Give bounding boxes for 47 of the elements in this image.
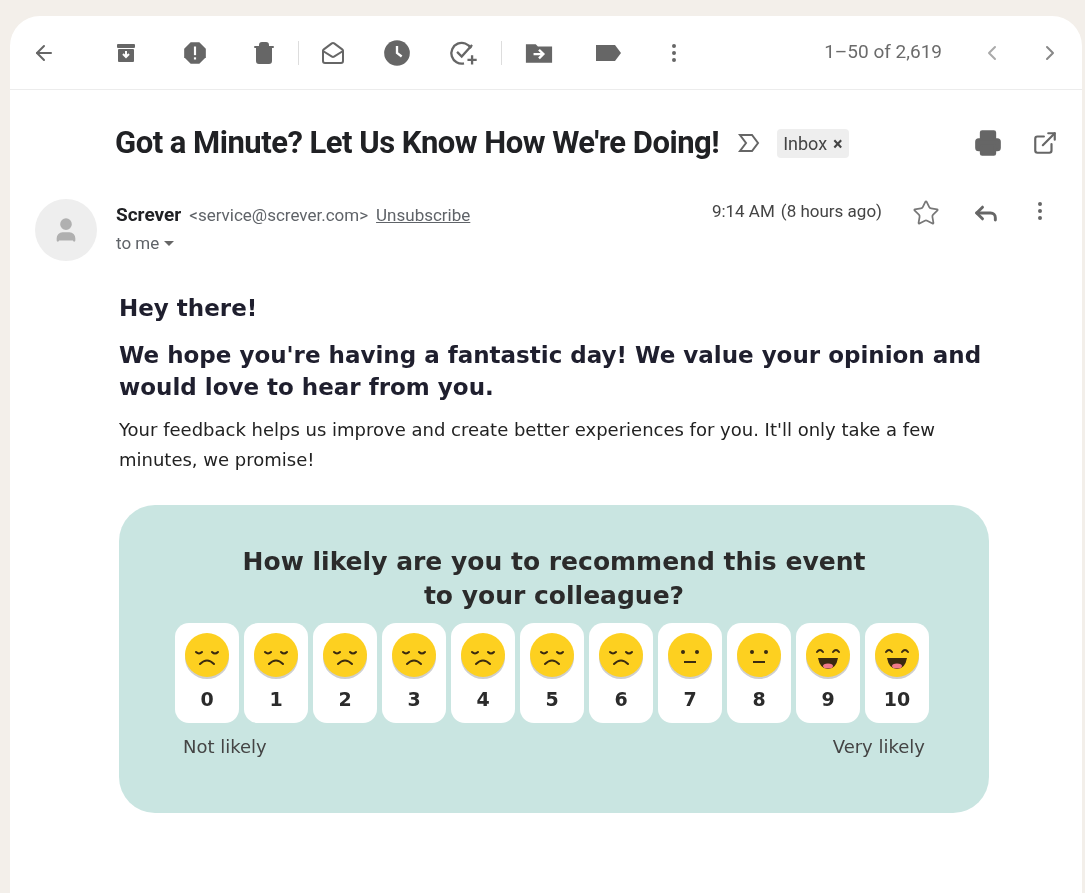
greeting-text: Hey there!: [119, 293, 259, 323]
lead-paragraph: We hope you're having a fantastic day! We value your opinion and would love to hear from you.: [119, 341, 982, 402]
rating-option[interactable]: 10: [865, 623, 929, 723]
rating-option[interactable]: 7: [658, 623, 722, 723]
sad-face-icon: [459, 631, 507, 681]
clock-icon[interactable]: [383, 38, 411, 67]
sad-face-icon: [321, 631, 369, 681]
open-in-new-window-icon[interactable]: [1032, 130, 1058, 157]
remove-label-button[interactable]: ×: [833, 129, 843, 157]
rating-option[interactable]: 2: [313, 623, 377, 723]
sender-email: <service@screver.com>: [189, 203, 369, 227]
star-icon[interactable]: [912, 198, 940, 227]
rating-option[interactable]: 1: [244, 623, 308, 723]
happy-face-icon: [873, 631, 921, 681]
neutral-face-icon: [735, 631, 783, 681]
dropdown-caret-icon[interactable]: [163, 239, 176, 248]
rating-option[interactable]: 9: [796, 623, 860, 723]
spam-icon[interactable]: [182, 39, 208, 66]
label-text: Inbox: [783, 131, 828, 156]
sad-face-icon: [252, 631, 300, 681]
recipient-text: to me: [116, 232, 160, 255]
rating-option[interactable]: 6: [589, 623, 653, 723]
unsubscribe-link[interactable]: Unsubscribe: [376, 202, 471, 228]
rating-option[interactable]: 3: [382, 623, 446, 723]
sad-face-icon: [528, 631, 576, 681]
sender-name: Screver: [116, 201, 182, 228]
open-envelope-icon[interactable]: [321, 40, 345, 65]
rating-option[interactable]: 8: [727, 623, 791, 723]
received-time: 9:14 AM: [711, 199, 775, 223]
neutral-face-icon: [666, 631, 714, 681]
survey-question: How likely are you to recommend this event to your colleague?: [241, 546, 867, 612]
label-icon[interactable]: [594, 42, 622, 63]
sad-face-icon: [597, 631, 645, 681]
low-scale-label: Not likely: [183, 735, 267, 759]
rating-option[interactable]: 5: [520, 623, 584, 723]
high-scale-label: Very likely: [832, 735, 925, 759]
received-ago: (8 hours ago): [780, 199, 882, 223]
sad-face-icon: [390, 631, 438, 681]
pagination-text: 1–50 of 2,619: [824, 39, 942, 66]
importance-marker-icon[interactable]: [737, 133, 762, 154]
rating-option[interactable]: 0: [175, 623, 239, 723]
body-paragraph: Your feedback helps us improve and create better experiences for you. It'll only take a few minutes, we promise!: [119, 418, 936, 472]
happy-face-icon: [804, 631, 852, 681]
delete-icon[interactable]: [252, 40, 276, 65]
rating-option[interactable]: 4: [451, 623, 515, 723]
email-subject: Got a Minute? Let Us Know How We're Doing!: [115, 123, 720, 163]
sad-face-icon: [183, 631, 231, 681]
